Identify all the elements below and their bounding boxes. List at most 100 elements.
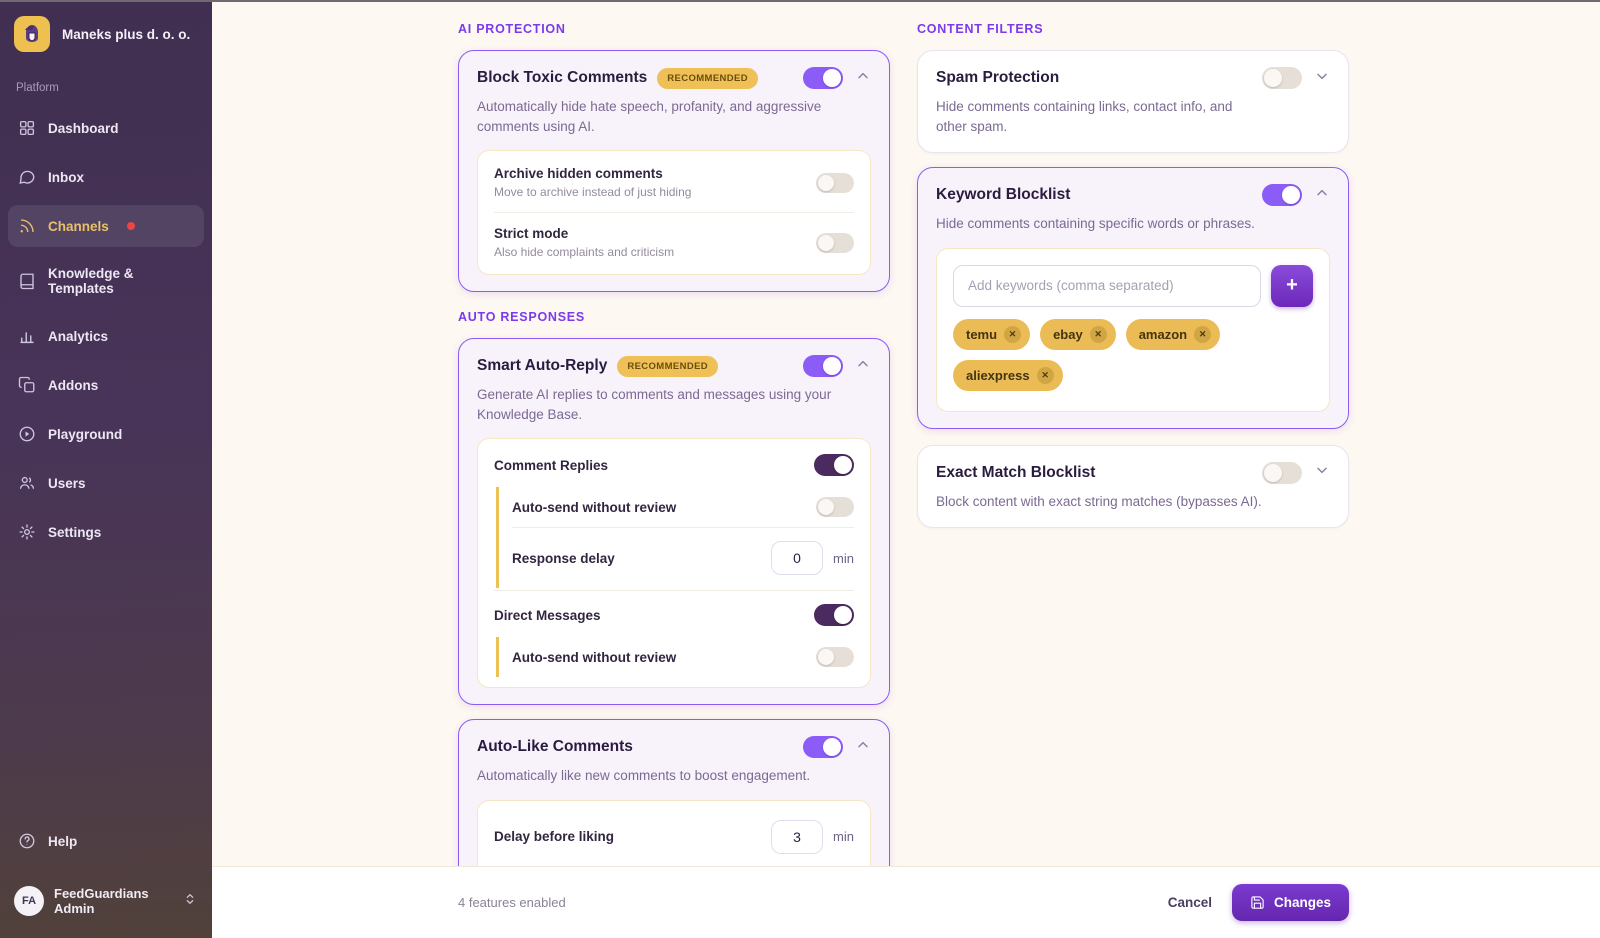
recommended-badge: RECOMMENDED: [657, 68, 758, 89]
left-column: AI PROTECTION Block Toxic Comments RECOM…: [458, 14, 890, 866]
sidebar-item-label: Users: [48, 476, 86, 491]
account-name: FeedGuardians Admin: [54, 886, 172, 916]
sidebar-item-knowledge-templates[interactable]: Knowledge & Templates: [8, 254, 204, 308]
chevron-up-icon[interactable]: [855, 68, 871, 89]
like-delay-input[interactable]: [771, 820, 823, 854]
rss-icon: [18, 217, 36, 235]
avatar: FA: [14, 886, 44, 916]
main-area: AI PROTECTION Block Toxic Comments RECOM…: [212, 0, 1600, 938]
card-description: Hide comments containing specific words …: [936, 214, 1330, 234]
comment-replies-toggle[interactable]: [814, 454, 854, 476]
card-exact-match-blocklist: Exact Match Blocklist Block content with…: [917, 445, 1349, 529]
help-label: Help: [48, 834, 77, 849]
add-keyword-button[interactable]: +: [1271, 265, 1313, 307]
sidebar-item-users[interactable]: Users: [8, 462, 204, 504]
direct-messages-suboptions: Auto-send without review: [496, 637, 854, 677]
option-auto-send-comments: Auto-send without review: [512, 487, 854, 527]
sidebar-item-addons[interactable]: Addons: [8, 364, 204, 406]
chevron-up-icon[interactable]: [855, 356, 871, 377]
strict-mode-toggle[interactable]: [816, 233, 854, 253]
card-title: Spam Protection: [936, 69, 1059, 87]
save-button-label: Changes: [1274, 895, 1331, 910]
remove-keyword-icon[interactable]: [1004, 326, 1021, 343]
sidebar-item-dashboard[interactable]: Dashboard: [8, 107, 204, 149]
save-icon: [1250, 895, 1265, 910]
sidebar-item-settings[interactable]: Settings: [8, 511, 204, 553]
card-title: Block Toxic Comments: [477, 69, 647, 87]
sidebar-nav: Dashboard Inbox Channels Knowledge & Tem…: [0, 96, 212, 813]
book-icon: [18, 272, 36, 290]
smart-auto-reply-toggle[interactable]: [803, 355, 843, 377]
option-hint: Move to archive instead of just hiding: [494, 185, 691, 199]
remove-keyword-icon[interactable]: [1037, 367, 1054, 384]
play-circle-icon: [18, 425, 36, 443]
card-description: Automatically hide hate speech, profanit…: [477, 97, 837, 136]
unit-label: min: [833, 829, 854, 844]
card-keyword-blocklist: Keyword Blocklist Hide comments containi…: [917, 167, 1349, 429]
chevron-up-icon[interactable]: [1314, 185, 1330, 206]
option-label: Strict mode: [494, 226, 674, 241]
chevron-up-down-icon: [182, 891, 198, 912]
bar-chart-icon: [18, 327, 36, 345]
sidebar-item-channels[interactable]: Channels: [8, 205, 204, 247]
section-title-auto-responses: AUTO RESPONSES: [458, 310, 890, 324]
comment-replies-suboptions: Auto-send without review Response delay …: [496, 487, 854, 588]
users-icon: [18, 474, 36, 492]
keyword-text: ebay: [1053, 327, 1083, 342]
card-block-toxic-comments: Block Toxic Comments RECOMMENDED Automat…: [458, 50, 890, 292]
smart-auto-reply-panel: Comment Replies Auto-send without review…: [477, 438, 871, 688]
card-spam-protection: Spam Protection Hide comments containing…: [917, 50, 1349, 153]
auto-like-toggle[interactable]: [803, 736, 843, 758]
remove-keyword-icon[interactable]: [1194, 326, 1211, 343]
card-title: Smart Auto-Reply: [477, 357, 607, 375]
sidebar-item-label: Settings: [48, 525, 101, 540]
add-keywords-input[interactable]: [953, 265, 1261, 307]
account-menu[interactable]: FA FeedGuardians Admin: [0, 872, 212, 938]
section-title-ai-protection: AI PROTECTION: [458, 22, 890, 36]
card-description: Block content with exact string matches …: [936, 492, 1330, 512]
card-auto-like-comments: Auto-Like Comments Automatically like ne…: [458, 719, 890, 866]
card-description: Automatically like new comments to boost…: [477, 766, 871, 786]
block-toxic-comments-toggle[interactable]: [803, 67, 843, 89]
sidebar-item-playground[interactable]: Playground: [8, 413, 204, 455]
option-direct-messages: Direct Messages: [494, 590, 854, 635]
option-label: Auto-send without review: [512, 500, 676, 515]
auto-like-panel: Delay before liking min 3-10 minutes rec…: [477, 800, 871, 866]
keyword-text: aliexpress: [966, 368, 1030, 383]
option-label: Delay before liking: [494, 829, 614, 844]
comment-auto-send-toggle[interactable]: [816, 497, 854, 517]
brand: Maneks plus d. o. o.: [0, 0, 212, 58]
remove-keyword-icon[interactable]: [1090, 326, 1107, 343]
sidebar-item-label: Playground: [48, 427, 122, 442]
sidebar-item-label: Channels: [48, 219, 109, 234]
sidebar-item-label: Dashboard: [48, 121, 119, 136]
option-label: Comment Replies: [494, 458, 608, 473]
option-hint: Also hide complaints and criticism: [494, 245, 674, 259]
exact-match-toggle[interactable]: [1262, 462, 1302, 484]
chevron-down-icon[interactable]: [1314, 462, 1330, 483]
chevron-down-icon[interactable]: [1314, 68, 1330, 89]
direct-messages-toggle[interactable]: [814, 604, 854, 626]
spam-protection-toggle[interactable]: [1262, 67, 1302, 89]
sidebar-item-label: Addons: [48, 378, 98, 393]
sidebar-item-analytics[interactable]: Analytics: [8, 315, 204, 357]
card-description: Hide comments containing links, contact …: [936, 97, 1266, 136]
section-title-content-filters: CONTENT FILTERS: [917, 22, 1349, 36]
keyword-blocklist-toggle[interactable]: [1262, 184, 1302, 206]
archive-hidden-toggle[interactable]: [816, 173, 854, 193]
notification-dot: [127, 222, 135, 230]
cancel-button[interactable]: Cancel: [1148, 885, 1232, 920]
help-button[interactable]: Help: [8, 820, 204, 862]
keyword-text: temu: [966, 327, 997, 342]
sidebar-item-inbox[interactable]: Inbox: [8, 156, 204, 198]
dm-auto-send-toggle[interactable]: [816, 647, 854, 667]
keyword-tag: amazon: [1126, 319, 1220, 350]
option-archive-hidden: Archive hidden comments Move to archive …: [494, 153, 854, 212]
save-changes-button[interactable]: Changes: [1232, 884, 1349, 921]
chevron-up-icon[interactable]: [855, 737, 871, 758]
gear-icon: [18, 523, 36, 541]
keyword-tag: temu: [953, 319, 1030, 350]
card-description: Generate AI replies to comments and mess…: [477, 385, 837, 424]
option-label: Direct Messages: [494, 608, 601, 623]
response-delay-input[interactable]: [771, 541, 823, 575]
